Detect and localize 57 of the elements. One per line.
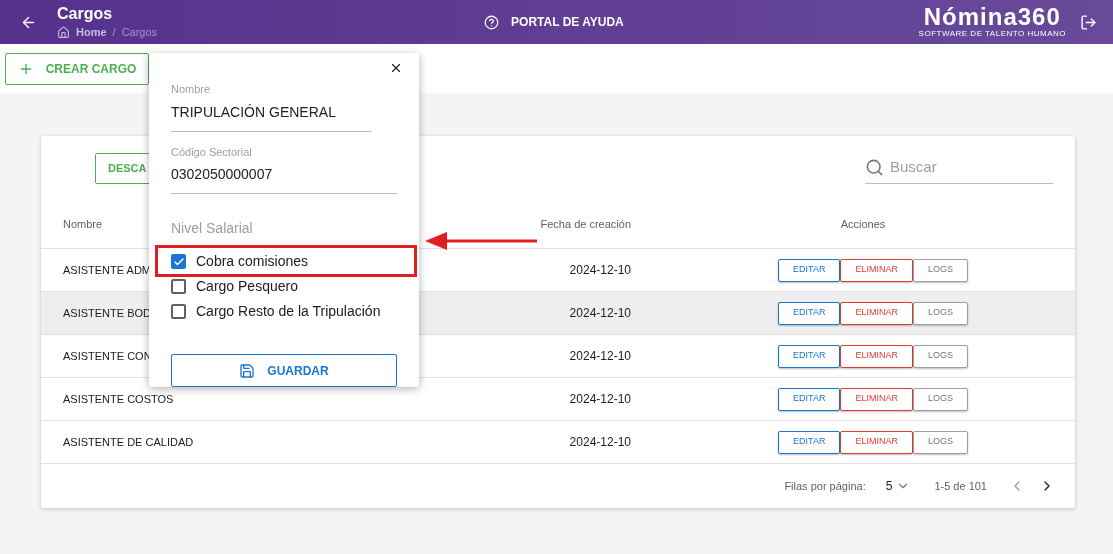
help-icon[interactable] — [484, 14, 500, 30]
logout-icon[interactable] — [1080, 13, 1097, 31]
row-action-button[interactable]: LOGS — [912, 258, 968, 282]
row-action-button[interactable]: EDITAR — [778, 258, 841, 282]
field-label: Nombre — [171, 82, 212, 97]
checkbox[interactable] — [171, 279, 186, 294]
text-field[interactable]: Código Sectorial 0302050000007 — [171, 143, 397, 194]
row-action-button[interactable]: ELIMINAR — [840, 430, 913, 454]
save-button[interactable]: GUARDAR — [171, 354, 397, 387]
help-portal-link[interactable]: PORTAL DE AYUDA — [511, 13, 624, 31]
save-icon — [239, 362, 256, 379]
table-cell: ASISTENTE COSTOS — [63, 393, 174, 405]
rows-per-page-select[interactable]: 5 — [885, 477, 911, 495]
breadcrumb-separator: / — [112, 24, 116, 40]
row-action-button[interactable]: ELIMINAR — [840, 258, 913, 282]
column-header: Acciones — [839, 216, 887, 232]
checkbox[interactable] — [171, 254, 186, 269]
rows-per-page-label: Filas por página: — [784, 478, 866, 494]
create-button[interactable]: CREAR CARGO — [5, 52, 149, 85]
checkbox-label[interactable]: Cargo Resto de la Tripulación — [196, 301, 381, 322]
row-action-button[interactable]: ELIMINAR — [840, 387, 913, 411]
row-action-button[interactable]: EDITAR — [778, 430, 841, 454]
table-cell-text: 2024-12-10 — [568, 305, 631, 322]
row-action-button[interactable]: EDITAR — [778, 387, 841, 411]
field-label: Código Sectorial — [171, 144, 253, 160]
checkbox-label[interactable]: Cobra comisiones — [196, 251, 309, 272]
close-icon[interactable] — [389, 61, 403, 75]
table-row[interactable]: ASISTENTE DE CALIDAD 2024-12-10 EDITAR ELIMINAR LOGS — [41, 421, 1075, 464]
row-action-button[interactable]: EDITAR — [778, 344, 841, 368]
row-action-button[interactable]: ELIMINAR — [840, 344, 913, 368]
row-action-button[interactable]: LOGS — [912, 301, 968, 325]
section-label: Nivel Salarial — [171, 219, 254, 238]
row-action-button[interactable]: LOGS — [912, 344, 968, 368]
search-input[interactable]: Buscar — [890, 156, 1040, 179]
search-icon — [865, 158, 884, 177]
table-cell: ASISTENTE DE CALIDAD — [63, 436, 194, 448]
checkbox[interactable] — [171, 304, 186, 319]
table-cell-text: 2024-12-10 — [568, 391, 631, 408]
table-cell-text: 2024-12-10 — [568, 348, 631, 365]
breadcrumb-current: Cargos — [121, 24, 158, 40]
row-action-button[interactable]: LOGS — [912, 387, 968, 411]
page-title: Cargos — [57, 3, 114, 24]
page-range: 1-5 de 101 — [934, 478, 987, 494]
table-row[interactable]: ASISTENTE COSTOS 2024-12-10 EDITAR ELIMINAR LOGS — [41, 378, 1075, 421]
search-field[interactable]: Buscar — [865, 152, 1053, 184]
logo-tagline: SOFTWARE DE TALENTO HUMANO — [918, 29, 1066, 39]
logo: Nómina360 — [923, 5, 1061, 29]
field-value: TRIPULACIÓN GENERAL — [171, 102, 337, 122]
home-icon — [57, 25, 70, 39]
field-value: 0302050000007 — [171, 165, 274, 184]
row-action-button[interactable]: ELIMINAR — [840, 301, 913, 325]
row-action-button[interactable]: EDITAR — [778, 301, 841, 325]
table-cell-text: 2024-12-10 — [568, 262, 631, 279]
table-cell-text: 2024-12-10 — [568, 434, 631, 451]
row-action-button[interactable]: LOGS — [912, 430, 968, 454]
text-field[interactable]: Nombre TRIPULACIÓN GENERAL — [171, 81, 372, 132]
breadcrumb-link[interactable]: Home — [76, 23, 107, 41]
